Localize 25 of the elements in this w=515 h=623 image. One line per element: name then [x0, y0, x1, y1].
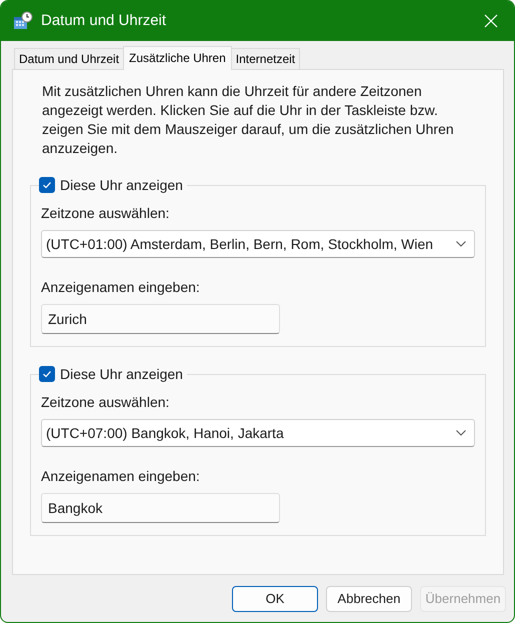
- checkbox[interactable]: [39, 366, 55, 382]
- field-label: Anzeigenamen eingeben:: [41, 278, 201, 296]
- dialog-button[interactable]: OK: [232, 586, 318, 612]
- timezone-dropdown[interactable]: (UTC+01:00) Amsterdam, Berlin, Bern, Rom, Stockholm, Wien: [41, 230, 475, 258]
- field-label: Anzeigenamen eingeben:: [41, 467, 201, 485]
- checkmark-icon: [42, 369, 52, 379]
- tab[interactable]: Datum und Uhrzeit: [14, 48, 124, 69]
- name-input-field[interactable]: Bangkok: [41, 493, 280, 523]
- checkbox-label[interactable]: Diese Uhr anzeigen: [60, 176, 183, 194]
- field-label: Zeitzone auswählen:: [41, 393, 170, 411]
- field-label: Zeitzone auswählen:: [41, 204, 170, 222]
- close-icon[interactable]: [484, 14, 498, 28]
- checkbox[interactable]: [39, 177, 55, 193]
- checkmark-icon: [42, 180, 52, 190]
- chevron-down-icon: [456, 241, 466, 247]
- chevron-down-icon: [456, 430, 466, 436]
- name-input-field[interactable]: Zurich: [41, 304, 280, 334]
- description-text: Mit zusätzlichen Uhren kann die Uhrzeit für andere Zeitzonen angezeigt werden. Klicken Sie auf die Uhr in der Taskleiste bzw. zeigen Sie mit dem Mauszeiger darauf, um die zusätzlichen Uhren anzuzeigen.: [42, 82, 455, 158]
- dialog-button[interactable]: Abbrechen: [326, 586, 412, 612]
- timezone-dropdown[interactable]: (UTC+07:00) Bangkok, Hanoi, Jakarta: [41, 419, 475, 447]
- checkbox-label[interactable]: Diese Uhr anzeigen: [60, 365, 183, 383]
- tab[interactable]: Internetzeit: [230, 48, 300, 69]
- tab[interactable]: Zusätzliche Uhren: [123, 46, 232, 70]
- calendar-clock-icon: [13, 11, 33, 31]
- window-title: Datum und Uhrzeit: [41, 10, 168, 31]
